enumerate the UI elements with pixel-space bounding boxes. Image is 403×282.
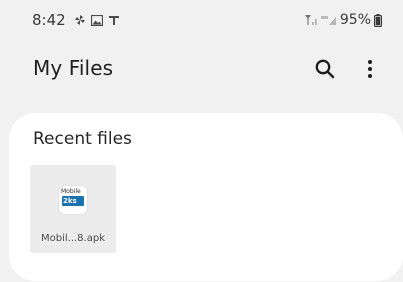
recent-file-item[interactable]: Mobile 2ks Mobil...8.apk [30,165,116,253]
status-left: 8:42 [32,12,120,28]
thumbnail-text-top: Mobile [61,188,81,195]
battery-icon [374,13,382,27]
image-icon [90,13,103,27]
apk-thumbnail: Mobile 2ks [58,185,88,215]
more-options-button[interactable] [356,55,384,83]
status-right: 95% [304,12,382,28]
battery-percentage: 95% [339,12,371,28]
t-icon [108,13,120,27]
recent-files-card: Recent files Mobile 2ks Mobil...8.apk [9,113,403,281]
file-name: Mobil...8.apk [41,233,105,244]
status-time: 8:42 [32,11,66,29]
pinwheel-icon [74,13,86,27]
volte-icon [320,13,337,27]
page-title: My Files [33,56,114,80]
search-button[interactable] [311,55,339,83]
signal-icon [304,13,318,27]
thumbnail-text-band: 2ks [63,197,77,205]
search-icon [315,59,335,79]
app-bar: My Files [0,44,403,94]
more-vertical-icon [368,60,372,78]
recent-files-heading: Recent files [33,129,132,149]
status-bar: 8:42 95% [0,0,403,36]
